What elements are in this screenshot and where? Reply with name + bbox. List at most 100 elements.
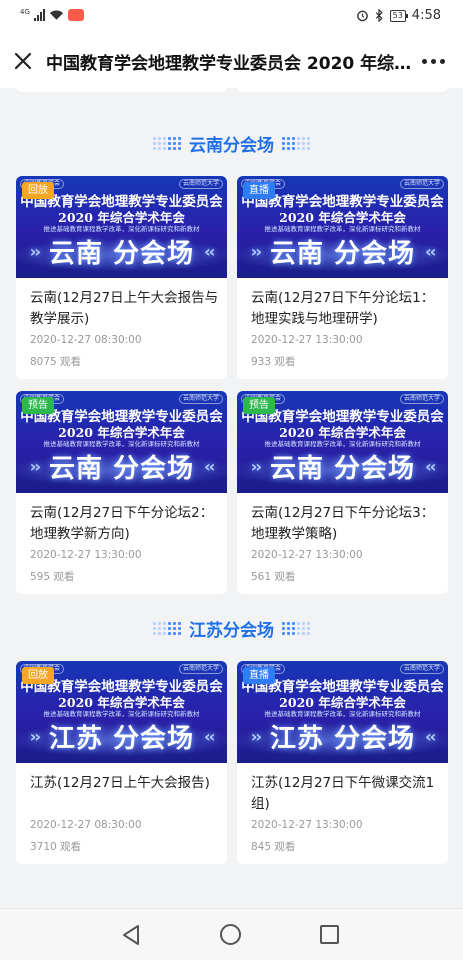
session-title[interactable]: 云南(12月27日下午分论坛3：地理教学策略) [251,503,441,545]
banner-venue: ›› 江苏 分会场 ‹‹ [16,718,227,755]
session-thumbnail[interactable]: 中国教育学会云南师范大学 中国教育学会地理教学专业委员会 2020 年综合学术年… [16,661,227,763]
university-logo: 云南师范大学 [399,179,444,189]
banner-venue: ›› 云南 分会场 ‹‹ [237,448,448,485]
session-card[interactable]: 中国教育学会云南师范大学 中国教育学会地理教学专业委员会 2020 年综合学术年… [237,661,448,864]
partial-card[interactable] [16,88,227,92]
banner-venue-text: 江苏 分会场 [48,724,195,754]
university-logo: 云南师范大学 [178,664,223,674]
chevron-right-icon: ›› [250,457,262,476]
session-title[interactable]: 江苏(12月27日上午大会报告) [30,773,220,794]
chevron-right-icon: ›› [29,457,41,476]
session-card[interactable]: 中国教育学会云南师范大学 中国教育学会地理教学专业委员会 2020 年综合学术年… [16,391,227,594]
session-thumbnail[interactable]: 中国教育学会云南师范大学 中国教育学会地理教学专业委员会 2020 年综合学术年… [16,391,227,493]
status-badge: 直播 [243,182,275,199]
alarm-icon [356,10,368,22]
university-logo: 云南师范大学 [178,179,223,189]
chevron-left-icon: ‹‹ [204,242,215,261]
content-scroll-area[interactable]: 云南分会场 中国教育学会云南师范大学 中国教育学会地理教学专业委员会 2020 … [0,88,463,908]
view-count: 8075 观看 [30,356,82,368]
banner-venue-text: 云南 分会场 [48,454,195,484]
banner-slogan: 推进基础教育课程教学改革，深化新课标研究和新教材 [264,710,421,718]
banner-venue: ›› 江苏 分会场 ‹‹ [237,718,448,755]
chevron-right-icon: ›› [250,242,262,261]
back-icon[interactable] [121,924,141,946]
view-count: 595 观看 [30,571,75,583]
banner-venue-text: 江苏 分会场 [269,724,416,754]
university-logo: 云南师范大学 [399,664,444,674]
system-nav-bar [0,908,463,960]
view-count: 561 观看 [251,571,296,583]
chevron-left-icon: ‹‹ [425,242,436,261]
decorative-dots-icon [282,136,310,150]
banner-venue-text: 云南 分会场 [269,454,416,484]
view-count: 933 观看 [251,356,296,368]
close-icon[interactable] [12,50,34,72]
decorative-dots-icon [153,136,181,150]
banner-venue: ›› 云南 分会场 ‹‹ [237,233,448,270]
more-options-icon[interactable] [422,59,445,64]
decorative-dots-icon [282,621,310,635]
signal-icon [33,9,45,21]
banner-slogan: 推进基础教育课程教学改革，深化新课标研究和新教材 [43,225,200,233]
section-title: 云南分会场 [189,135,274,156]
university-logo: 云南师范大学 [178,394,223,404]
status-bar: 4G 53 4:58 [0,0,463,34]
status-badge: 预告 [22,397,54,414]
banner-venue: ›› 云南 分会场 ‹‹ [16,448,227,485]
session-card[interactable]: 中国教育学会云南师范大学 中国教育学会地理教学专业委员会 2020 年综合学术年… [237,391,448,594]
session-card[interactable]: 中国教育学会云南师范大学 中国教育学会地理教学专业委员会 2020 年综合学术年… [16,176,227,379]
session-title[interactable]: 云南(12月27日下午分论坛2：地理教学新方向) [30,503,220,545]
battery-icon: 53 [389,9,409,22]
session-thumbnail[interactable]: 中国教育学会云南师范大学 中国教育学会地理教学专业委员会 2020 年综合学术年… [237,661,448,763]
section-header: 江苏分会场 [0,613,463,643]
clock: 4:58 [411,8,441,23]
chevron-left-icon: ‹‹ [204,457,215,476]
network-type: 4G [20,7,30,16]
partial-card[interactable] [237,88,448,92]
chevron-right-icon: ›› [250,727,262,746]
chevron-right-icon: ›› [29,242,41,261]
chevron-left-icon: ‹‹ [425,457,436,476]
banner-venue: ›› 云南 分会场 ‹‹ [16,233,227,270]
session-title[interactable]: 云南(12月27日上午大会报告与教学展示) [30,288,220,330]
session-thumbnail[interactable]: 中国教育学会云南师范大学 中国教育学会地理教学专业委员会 2020 年综合学术年… [237,176,448,278]
title-bar: 中国教育学会地理教学专业委员会 2020 年综合学术年会 [0,34,463,88]
view-count: 845 观看 [251,841,296,853]
session-time: 2020-12-27 13:30:00 [251,819,363,831]
status-badge: 预告 [243,397,275,414]
session-time: 2020-12-27 13:30:00 [251,334,363,346]
session-time: 2020-12-27 08:30:00 [30,334,142,346]
banner-venue-text: 云南 分会场 [269,239,416,269]
chevron-left-icon: ‹‹ [204,727,215,746]
home-icon[interactable] [220,924,241,945]
status-badge: 回放 [22,182,54,199]
chevron-left-icon: ‹‹ [425,727,436,746]
session-title[interactable]: 云南(12月27日下午分论坛1：地理实践与地理研学) [251,288,441,330]
session-time: 2020-12-27 13:30:00 [251,549,363,561]
session-card[interactable]: 中国教育学会云南师范大学 中国教育学会地理教学专业委员会 2020 年综合学术年… [16,661,227,864]
bluetooth-icon [375,9,383,22]
wifi-icon [49,10,63,20]
banner-slogan: 推进基础教育课程教学改革，深化新课标研究和新教材 [43,710,200,718]
status-badge: 直播 [243,667,275,684]
page-title: 中国教育学会地理教学专业委员会 2020 年综合学术年会 [46,54,414,74]
section-title: 江苏分会场 [189,620,274,641]
session-thumbnail[interactable]: 中国教育学会云南师范大学 中国教育学会地理教学专业委员会 2020 年综合学术年… [16,176,227,278]
decorative-dots-icon [153,621,181,635]
session-thumbnail[interactable]: 中国教育学会云南师范大学 中国教育学会地理教学专业委员会 2020 年综合学术年… [237,391,448,493]
session-time: 2020-12-27 08:30:00 [30,819,142,831]
notification-app-icon [67,9,84,21]
section-header: 云南分会场 [0,128,463,158]
session-card[interactable]: 中国教育学会云南师范大学 中国教育学会地理教学专业委员会 2020 年综合学术年… [237,176,448,379]
chevron-right-icon: ›› [29,727,41,746]
session-title[interactable]: 江苏(12月27日下午微课交流1组) [251,773,441,815]
banner-slogan: 推进基础教育课程教学改革，深化新课标研究和新教材 [43,440,200,448]
recent-apps-icon[interactable] [320,925,339,944]
status-badge: 回放 [22,667,54,684]
session-time: 2020-12-27 13:30:00 [30,549,142,561]
banner-slogan: 推进基础教育课程教学改革，深化新课标研究和新教材 [264,440,421,448]
university-logo: 云南师范大学 [399,394,444,404]
banner-venue-text: 云南 分会场 [48,239,195,269]
view-count: 3710 观看 [30,841,82,853]
banner-slogan: 推进基础教育课程教学改革，深化新课标研究和新教材 [264,225,421,233]
